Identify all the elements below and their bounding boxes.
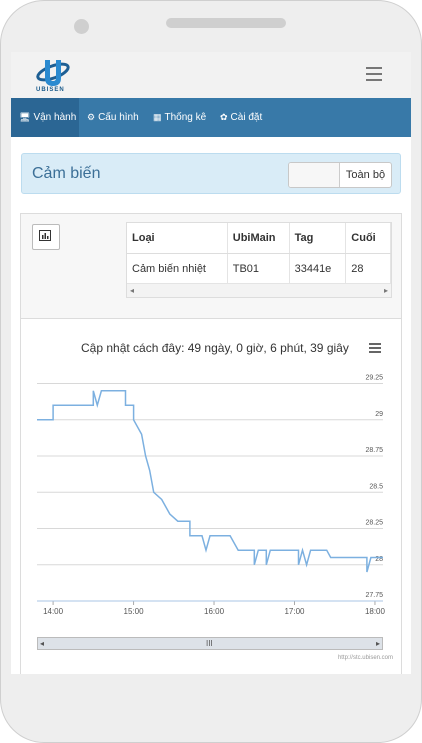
chart-credits[interactable]: http://stc.ubisen.com: [338, 655, 393, 661]
app-screen: UBISEN 🖥 Vận hành ⚙ Cấu hình ▦ Thống kê ✿ Cà…: [11, 52, 411, 674]
table-icon: ▦: [153, 112, 162, 122]
chart-icon: [39, 230, 51, 241]
chart-navigator-scrollbar[interactable]: ◂ III ▸: [37, 637, 383, 650]
x-tick-label: 18:00: [365, 607, 386, 616]
page-title: Cảm biến: [32, 165, 101, 182]
nav-label: Vận hành: [33, 112, 77, 123]
panel-heading: Cảm biến Toàn bộ: [21, 153, 401, 194]
logo-text: UBISEN: [36, 87, 65, 93]
line-chart: 27.752828.2528.528.752929.2514:00 15:00 16…: [37, 375, 386, 616]
scroll-right-icon[interactable]: ▸: [384, 284, 388, 297]
top-bar: UBISEN: [11, 52, 411, 99]
speaker-slot: [166, 18, 286, 28]
nav-item-cai-dat[interactable]: ✿ Cài đặt: [220, 98, 262, 137]
x-tick-label: 15:00: [124, 607, 145, 616]
cell-tag: 33441e: [289, 253, 347, 283]
y-tick-label: 28.5: [369, 483, 383, 490]
y-tick-label: 28.25: [365, 520, 383, 527]
nav-scroll-grip[interactable]: III: [206, 638, 213, 649]
nav-label: Cài đặt: [230, 112, 263, 123]
table-row[interactable]: Cảm biến nhiệt TB01 33441e 28: [127, 253, 391, 283]
cell-cuoi: 28: [345, 253, 391, 283]
view-toggle-group: Toàn bộ: [288, 162, 392, 188]
chart-container: Cập nhật cách đây: 49 ngày, 0 giờ, 6 phú…: [21, 318, 401, 674]
scroll-left-icon[interactable]: ◂: [130, 284, 134, 297]
nav-scroll-right-icon[interactable]: ▸: [376, 638, 380, 649]
col-header-loai[interactable]: Loại: [127, 223, 228, 254]
hamburger-menu-icon[interactable]: [366, 67, 382, 81]
x-tick-label: 14:00: [43, 607, 64, 616]
camera-dot: [74, 19, 89, 34]
sensor-table: Loại UbiMain Tag Cuối Cảm biến nhiệt TB0…: [126, 222, 392, 298]
y-tick-label: 29: [375, 411, 383, 418]
nav-item-cau-hinh[interactable]: ⚙ Cấu hình: [87, 98, 139, 137]
gears-icon: ⚙: [87, 112, 96, 122]
table-header-row: Loại UbiMain Tag Cuối: [127, 223, 391, 254]
col-header-tag[interactable]: Tag: [289, 223, 347, 254]
nav-scroll-left-icon[interactable]: ◂: [40, 638, 44, 649]
nav-label: Cấu hình: [98, 112, 139, 123]
y-tick-label: 27.75: [365, 592, 383, 599]
sensor-box: Loại UbiMain Tag Cuối Cảm biến nhiệt TB0…: [20, 213, 402, 674]
x-tick-label: 17:00: [284, 607, 305, 616]
x-tick-label: 16:00: [204, 607, 225, 616]
y-tick-label: 28.75: [365, 447, 383, 454]
y-tick-label: 29.25: [365, 375, 383, 382]
toggle-all-button[interactable]: Toàn bộ: [340, 163, 391, 187]
gear-icon: ✿: [220, 112, 228, 122]
phone-frame: UBISEN 🖥 Vận hành ⚙ Cấu hình ▦ Thống kê ✿ Cà…: [0, 0, 422, 743]
main-nav: 🖥 Vận hành ⚙ Cấu hình ▦ Thống kê ✿ Cài đặt: [11, 98, 411, 137]
temperature-series-line: [37, 390, 383, 573]
nav-item-van-hanh[interactable]: 🖥 Vận hành: [11, 98, 79, 137]
monitor-icon: 🖥: [19, 112, 31, 122]
cell-loai: Cảm biến nhiệt: [127, 253, 228, 283]
col-header-cuoi[interactable]: Cuối: [345, 223, 391, 254]
chart-toggle-button[interactable]: [32, 224, 60, 250]
table-scrollbar[interactable]: ◂ ▸: [127, 283, 391, 297]
cell-ubimain: TB01: [227, 253, 290, 283]
col-header-ubimain[interactable]: UbiMain: [227, 223, 290, 254]
toggle-blank-button[interactable]: [289, 163, 340, 187]
nav-item-thong-ke[interactable]: ▦ Thống kê: [153, 98, 206, 137]
nav-label: Thống kê: [164, 112, 207, 123]
